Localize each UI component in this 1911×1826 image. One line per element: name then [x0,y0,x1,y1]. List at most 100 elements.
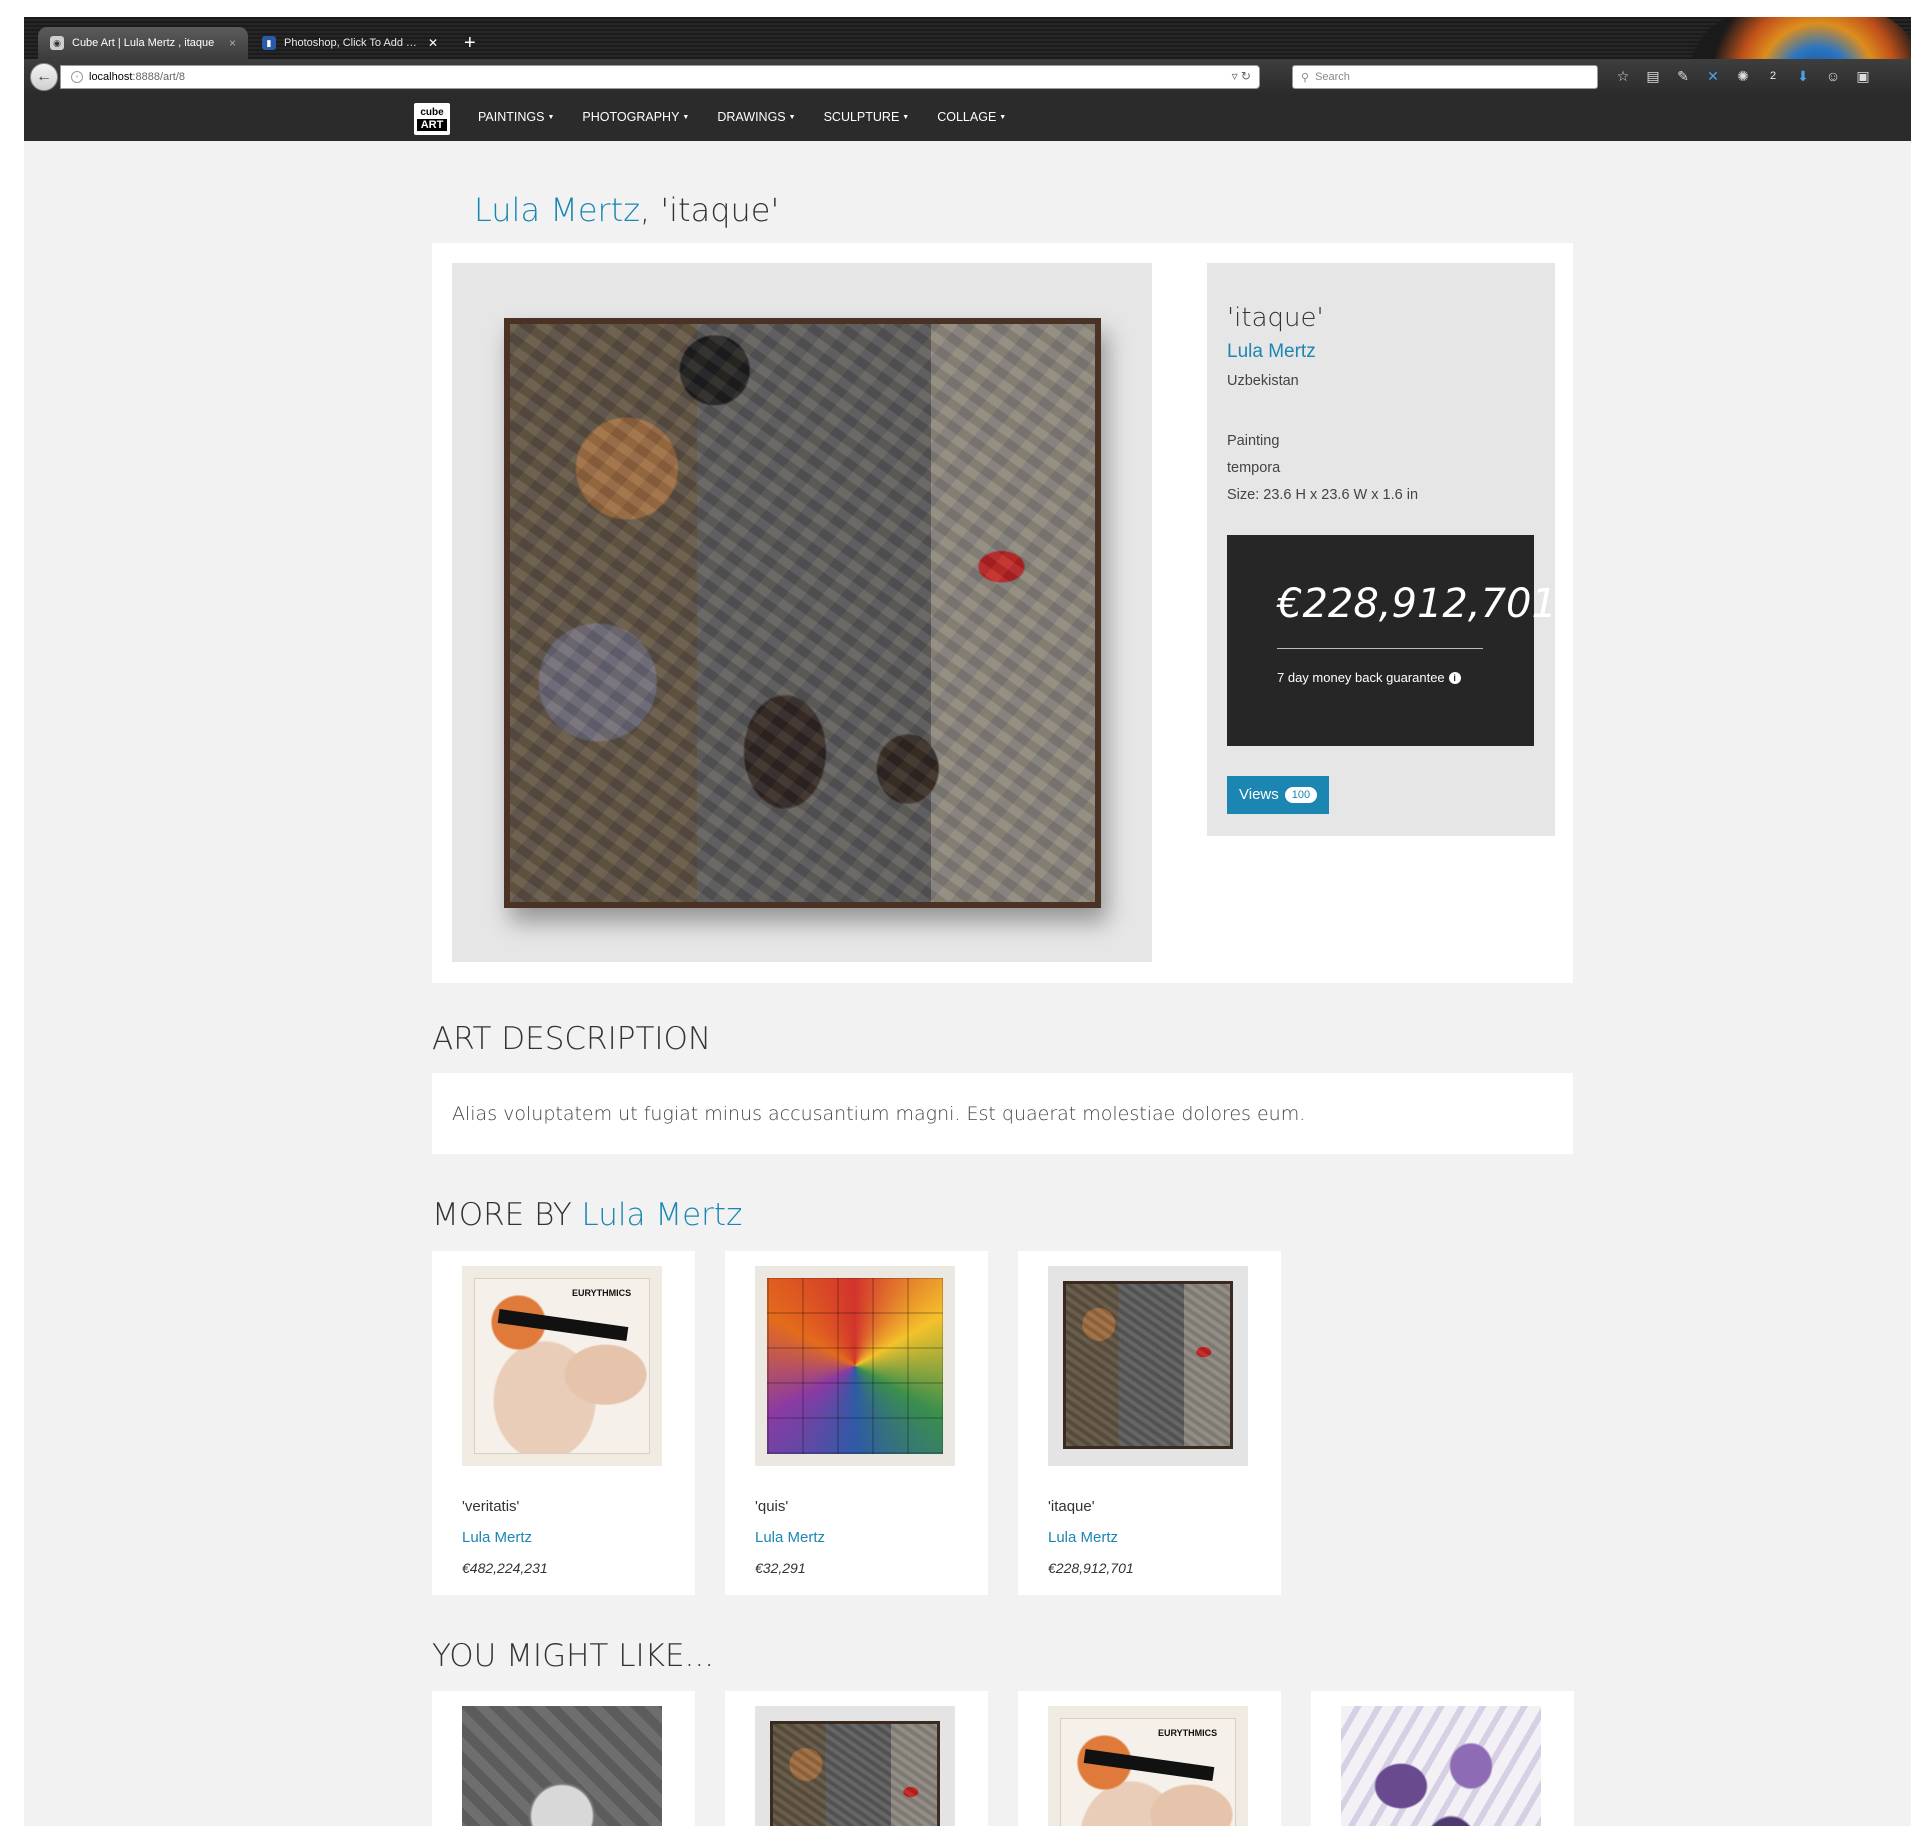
artwork-image [504,318,1101,908]
thumbnail-price: €228,912,701 [1048,1560,1134,1576]
browser-window: ◉ Cube Art | Lula Mertz , itaque × ▮ Pho… [24,17,1911,1826]
caret-down-icon: ▼ [902,113,910,121]
site-navbar: cube ART PAINTINGS ▼ PHOTOGRAPHY ▼ DRAWING… [24,93,1911,141]
caret-down-icon: ▼ [788,113,796,121]
new-tab-button[interactable]: + [464,31,476,55]
document-favicon-icon: ▮ [262,36,276,50]
brand-bottom: ART [417,119,447,131]
artwork-info-panel: 'itaque' Lula Mertz Uzbekistan Painting … [1207,263,1557,836]
more-by-card[interactable]: 'itaque' Lula Mertz €228,912,701 [1018,1251,1281,1595]
thumbnail-logo-text: EURYTHMICS [1158,1728,1218,1738]
search-icon: ⚲ [1301,71,1310,84]
thumbnail-image[interactable]: EURYTHMICS [462,1266,662,1466]
main-menu: PAINTINGS ▼ PHOTOGRAPHY ▼ DRAWINGS ▼ SCULPT… [478,93,1034,141]
thumbnail-artist-link[interactable]: Lula Mertz [1048,1529,1118,1546]
info-icon[interactable]: i [1448,672,1461,684]
suggestion-card[interactable] [1311,1691,1574,1826]
description-text: Alias voluptatem ut fugiat minus accusan… [452,1103,1306,1125]
artwork-artist-link[interactable]: Lula Mertz [1227,341,1316,363]
back-button[interactable]: ← [30,63,58,91]
thumbnail-price: €32,291 [755,1560,806,1576]
price-box: €228,912,701 7 day money back guarantee i [1227,535,1557,746]
guarantee-label: 7 day money back guarantee [1277,670,1445,685]
description-heading: ART DESCRIPTION [432,1021,712,1057]
tab-label: Cube Art | Lula Mertz , itaque [72,37,215,49]
thumbnail-image[interactable] [755,1706,955,1826]
menu-paintings[interactable]: PAINTINGS ▼ [478,93,554,141]
cube-art-favicon-icon: ◉ [50,36,64,50]
fox-icon[interactable]: ✺ [1734,67,1752,85]
artwork-price: €228,912,701 [1277,581,1557,627]
more-by-heading: MORE BY Lula Mertz [432,1197,742,1233]
menu-collage[interactable]: COLLAGE ▼ [937,93,1006,141]
thumbnail-painting [1063,1281,1233,1449]
download-arrow-icon[interactable]: ⬇ [1794,67,1812,85]
suggestion-card[interactable] [725,1691,988,1826]
views-count-badge: 100 [1284,787,1318,803]
tab-close-icon[interactable]: ✕ [428,36,438,50]
menu-label: SCULPTURE [823,110,900,124]
search-placeholder: Search [1315,71,1350,83]
suggestion-card[interactable] [432,1691,695,1826]
reload-icon[interactable]: ▿ ↻ [1232,69,1251,83]
cube-art-logo[interactable]: cube ART [414,103,450,135]
thumbnail-artist-link[interactable]: Lula Mertz [462,1529,532,1546]
views-button[interactable]: Views 100 [1227,776,1330,814]
url-host: localhost [89,71,133,83]
thumbnail-title: 'quis' [755,1498,789,1515]
menu-photography[interactable]: PHOTOGRAPHY ▼ [582,93,689,141]
thumbnail-logo-text: EURYTHMICS [572,1288,632,1298]
brand-top: cube [420,107,444,118]
artwork-image-frame[interactable] [452,263,1152,962]
pdf-icon[interactable]: ▣ [1854,67,1872,85]
thumbnail-image[interactable] [755,1266,955,1466]
price-divider [1277,648,1483,649]
thumbnail-image[interactable]: EURYTHMICS [1048,1706,1248,1826]
thumbnail-title: 'veritatis' [462,1498,520,1515]
thumbnail-image[interactable] [1341,1706,1541,1826]
thumbnail-quilt [767,1278,943,1454]
url-path: :8888/art/8 [132,71,186,83]
artwork-type: Painting [1227,433,1280,449]
menu-label: DRAWINGS [717,110,786,124]
tab-photoshop[interactable]: ▮ Photoshop, Click To Add Te... ✕ [250,27,450,59]
you-might-like-heading: YOU MIGHT LIKE... [432,1638,715,1674]
title-work: , 'itaque' [640,191,780,229]
artwork-size: Size: 23.6 H x 23.6 W x 1.6 in [1227,487,1419,503]
tools-icon[interactable]: ✎ [1674,67,1692,85]
suggestion-card[interactable]: EURYTHMICS [1018,1691,1281,1826]
chat-icon[interactable]: ☺ [1824,67,1842,85]
more-by-card[interactable]: 'quis' Lula Mertz €32,291 [725,1251,988,1595]
views-label: Views [1239,786,1279,803]
star-icon[interactable]: ☆ [1614,67,1632,85]
address-bar[interactable]: ◦ localhost:8888/art/8 ▿ ↻ [60,65,1260,89]
thumbnail-artist-link[interactable]: Lula Mertz [755,1529,825,1546]
artwork-card: 'itaque' Lula Mertz Uzbekistan Painting … [432,243,1573,983]
guarantee-text: 7 day money back guarantee i [1277,670,1461,685]
tab-close-icon[interactable]: × [229,36,236,50]
thumbnail-image[interactable] [1048,1266,1248,1466]
search-input[interactable]: ⚲ Search [1292,65,1598,89]
more-by-card[interactable]: EURYTHMICS 'veritatis' Lula Mertz €482,2… [432,1251,695,1595]
artwork-medium: tempora [1227,460,1281,476]
caret-down-icon: ▼ [999,113,1007,121]
extension-x-icon[interactable]: ✕ [1704,67,1722,85]
more-by-artist-link[interactable]: Lula Mertz [582,1197,743,1233]
tab-label: Photoshop, Click To Add Te... [284,37,422,49]
title-artist-link[interactable]: Lula Mertz [474,191,640,229]
description-card: Alias voluptatem ut fugiat minus accusan… [432,1073,1573,1154]
thumbnail-image[interactable] [462,1706,662,1826]
toolbar-badge: 2 [1769,70,1777,82]
caret-down-icon: ▼ [682,113,690,121]
toolbar-icons: ☆ ▤ ✎ ✕ ✺ 2 ⬇ ☺ ▣ [1614,67,1872,85]
tab-cube-art[interactable]: ◉ Cube Art | Lula Mertz , itaque × [38,27,248,59]
menu-sculpture[interactable]: SCULPTURE ▼ [824,93,910,141]
menu-drawings[interactable]: DRAWINGS ▼ [717,93,795,141]
menu-label: PAINTINGS [478,110,545,124]
tab-strip: ◉ Cube Art | Lula Mertz , itaque × ▮ Pho… [24,17,1911,137]
thumbnail-price: €482,224,231 [462,1560,548,1576]
thumbnail-painting [770,1721,940,1826]
reading-list-icon[interactable]: ▤ [1644,67,1662,85]
thumbnail-figure [474,1278,650,1454]
browser-toolbar: ← ◦ localhost:8888/art/8 ▿ ↻ ⚲ Search ☆ … [24,59,1911,93]
